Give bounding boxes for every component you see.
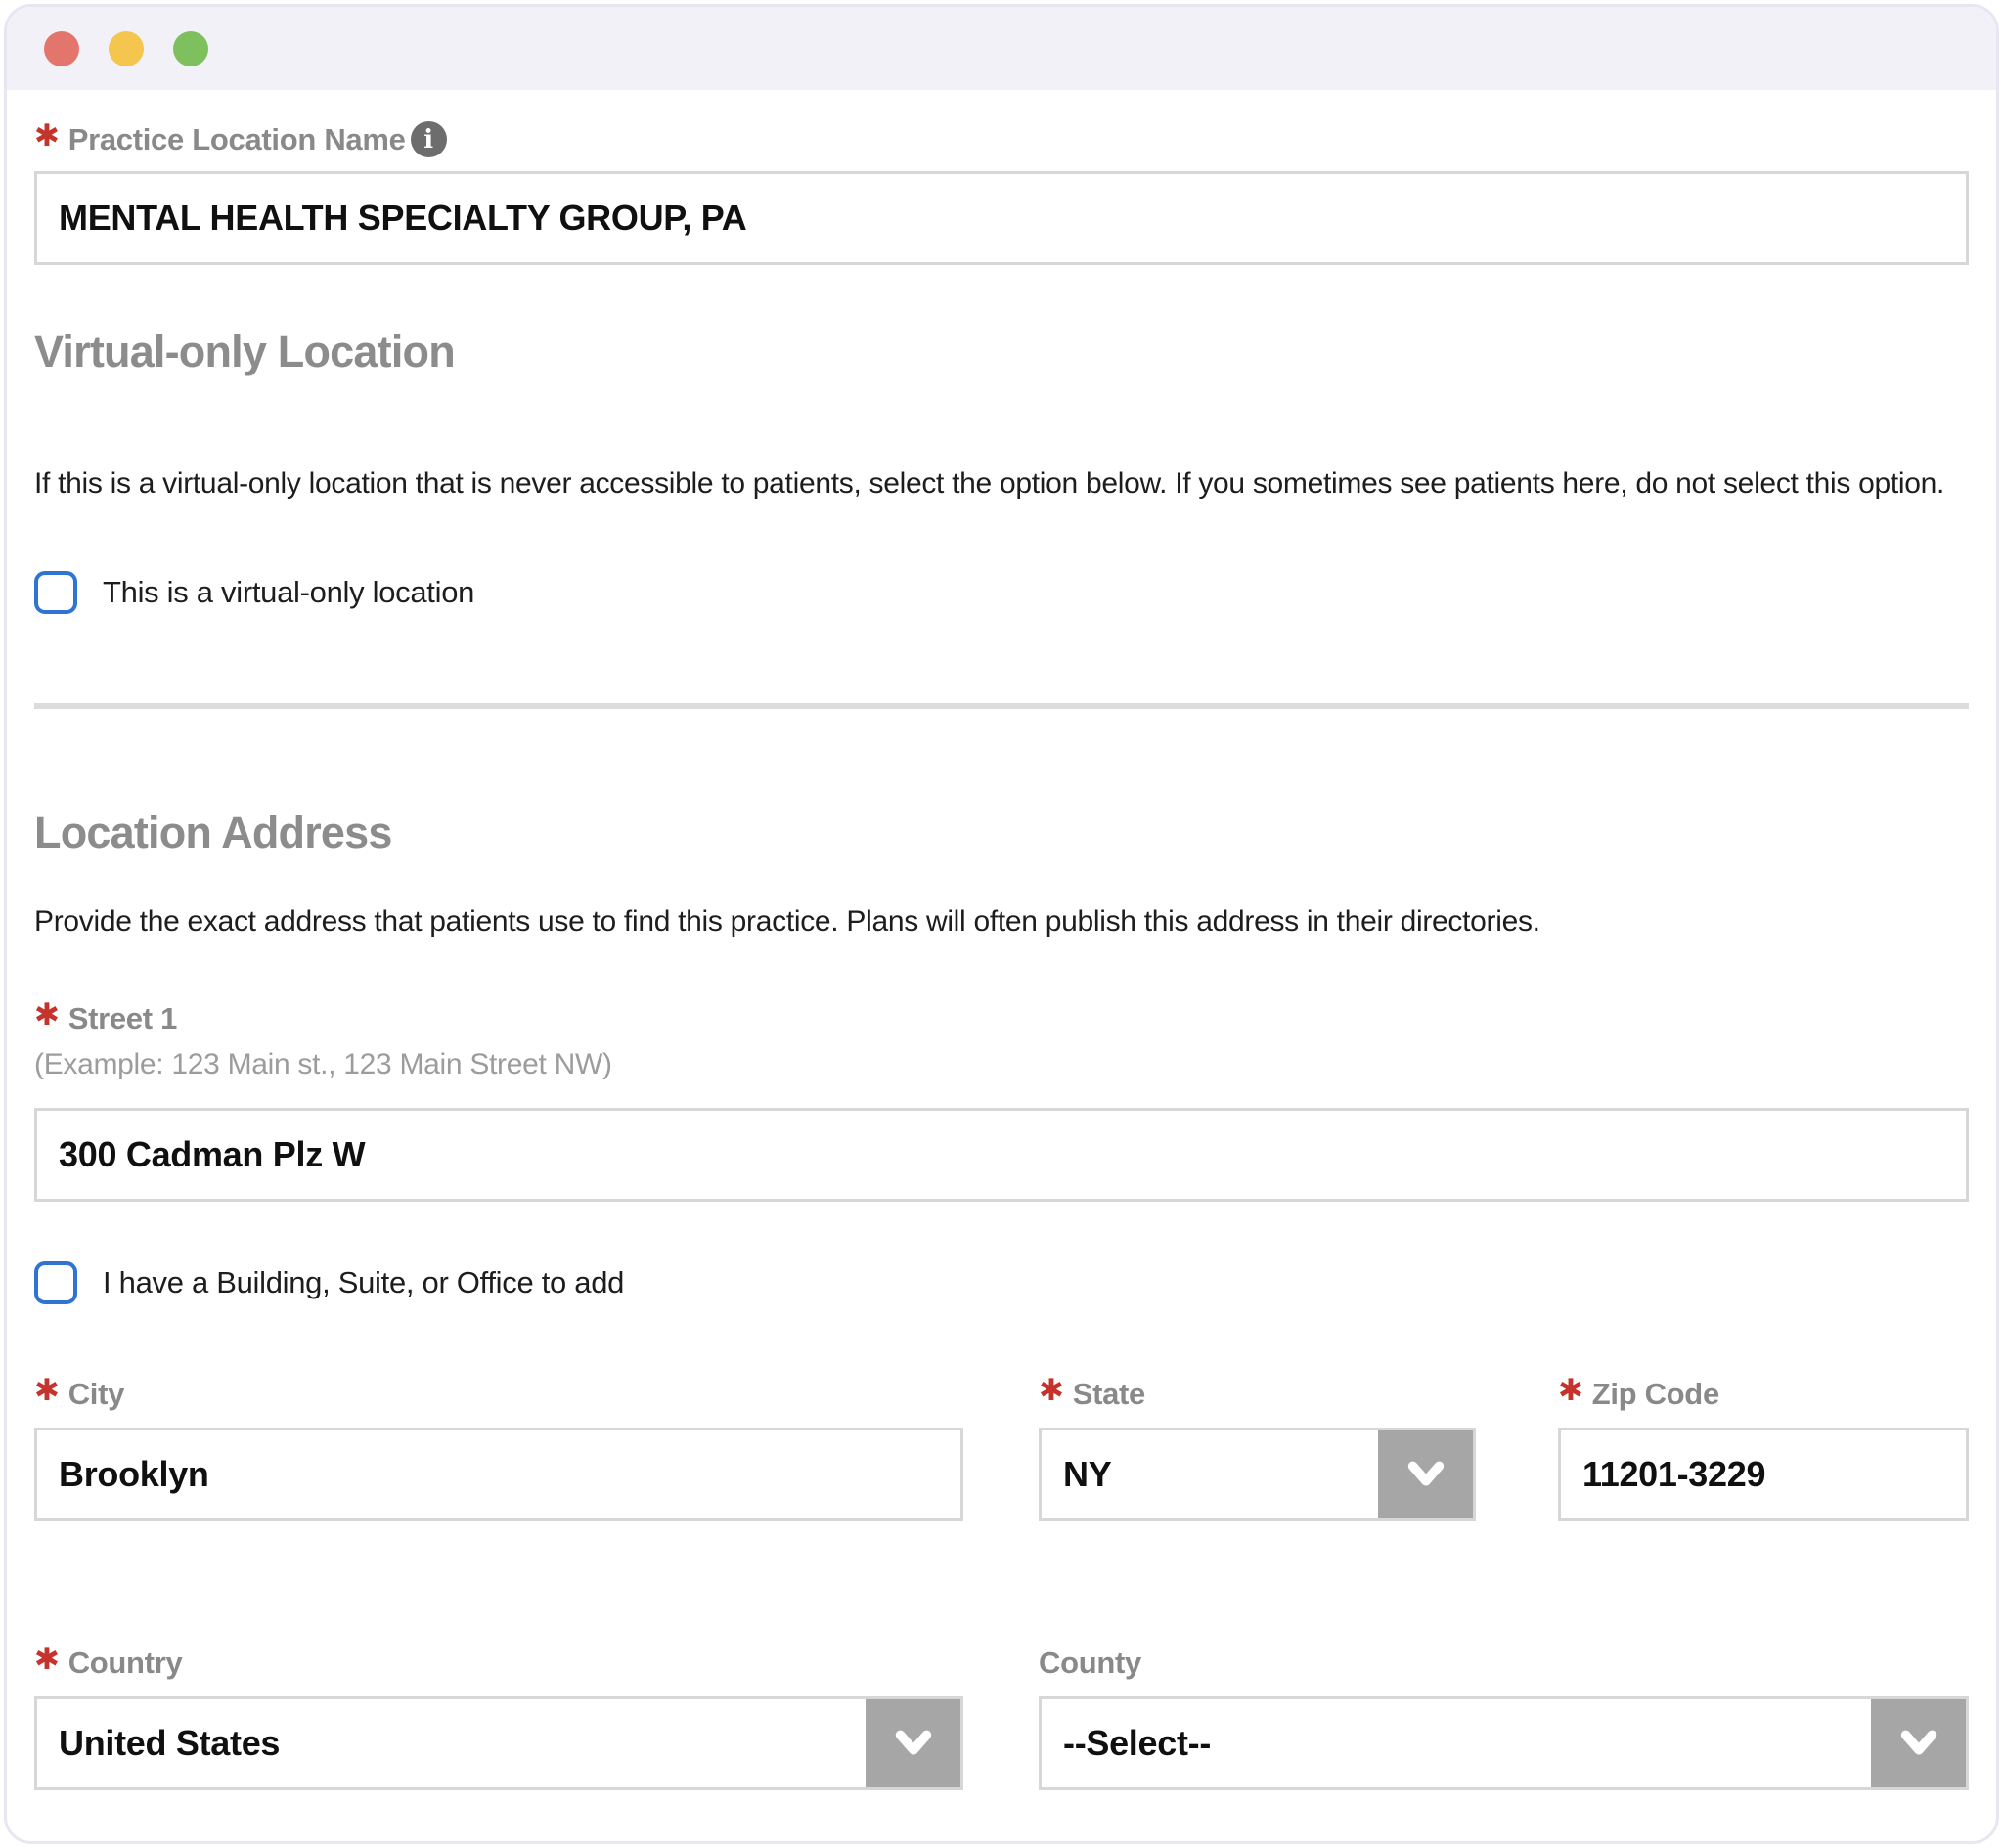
required-asterisk-icon: ✱ [34,998,60,1032]
country-label: Country [68,1643,183,1683]
county-select-value: --Select-- [1063,1723,1211,1764]
required-asterisk-icon: ✱ [34,1643,60,1676]
county-field-group: County --Select-- [1039,1643,1969,1790]
window-maximize-button[interactable] [173,31,208,66]
window-titlebar [7,7,1996,90]
building-suite-checkbox-row: I have a Building, Suite, or Office to a… [34,1260,1969,1305]
location-address-heading: Location Address [34,807,1969,859]
state-label-row: ✱ State [1039,1374,1476,1414]
city-state-zip-row: ✱ City ✱ State NY [34,1374,1969,1521]
state-select-value: NY [1063,1454,1111,1495]
street1-label: Street 1 [68,998,177,1038]
state-label: State [1073,1374,1145,1414]
zip-label: Zip Code [1592,1374,1719,1414]
country-field-group: ✱ Country United States [34,1643,963,1790]
info-icon[interactable]: i [411,121,447,157]
form-content: ✱ Practice Location Name i Virtual-only … [7,119,1996,1790]
location-address-description: Provide the exact address that patients … [34,895,1969,949]
window-close-button[interactable] [44,31,79,66]
country-select[interactable]: United States [34,1696,963,1790]
app-window: ✱ Practice Location Name i Virtual-only … [4,4,1999,1844]
window-minimize-button[interactable] [109,31,144,66]
practice-location-name-input[interactable] [34,171,1969,265]
required-asterisk-icon: ✱ [1039,1374,1064,1407]
zip-field-group: ✱ Zip Code [1558,1374,1969,1521]
city-label: City [68,1374,124,1414]
virtual-only-heading: Virtual-only Location [34,326,1969,378]
practice-location-name-label-row: ✱ Practice Location Name i [34,119,1969,159]
country-select-value: United States [59,1723,280,1764]
city-input[interactable] [34,1428,963,1521]
required-asterisk-icon: ✱ [1558,1374,1583,1407]
state-select[interactable]: NY [1039,1428,1476,1521]
zip-input[interactable] [1558,1428,1969,1521]
county-select[interactable]: --Select-- [1039,1696,1969,1790]
practice-location-name-label: Practice Location Name [68,119,406,159]
street1-input[interactable] [34,1108,1969,1202]
required-asterisk-icon: ✱ [34,1374,60,1407]
building-suite-checkbox-label: I have a Building, Suite, or Office to a… [103,1260,624,1305]
county-label-row: County [1039,1643,1969,1683]
virtual-only-checkbox[interactable] [34,571,77,614]
virtual-only-description: If this is a virtual-only location that … [34,457,1969,511]
required-asterisk-icon: ✱ [34,119,60,153]
country-label-row: ✱ Country [34,1643,963,1683]
city-field-group: ✱ City [34,1374,963,1521]
section-divider [34,703,1969,709]
chevron-down-icon [1378,1430,1473,1518]
state-field-group: ✱ State NY [1039,1374,1476,1521]
zip-label-row: ✱ Zip Code [1558,1374,1969,1414]
country-county-row: ✱ Country United States County [34,1643,1969,1790]
street1-label-row: ✱ Street 1 [34,998,1969,1038]
county-label: County [1039,1643,1141,1683]
virtual-only-checkbox-label: This is a virtual-only location [103,570,474,615]
chevron-down-icon [866,1699,960,1787]
chevron-down-icon [1871,1699,1966,1787]
info-icon-glyph: i [423,125,433,154]
street1-hint: (Example: 123 Main st., 123 Main Street … [34,1044,1969,1084]
building-suite-checkbox[interactable] [34,1261,77,1304]
city-label-row: ✱ City [34,1374,963,1414]
virtual-only-checkbox-row: This is a virtual-only location [34,570,1969,615]
